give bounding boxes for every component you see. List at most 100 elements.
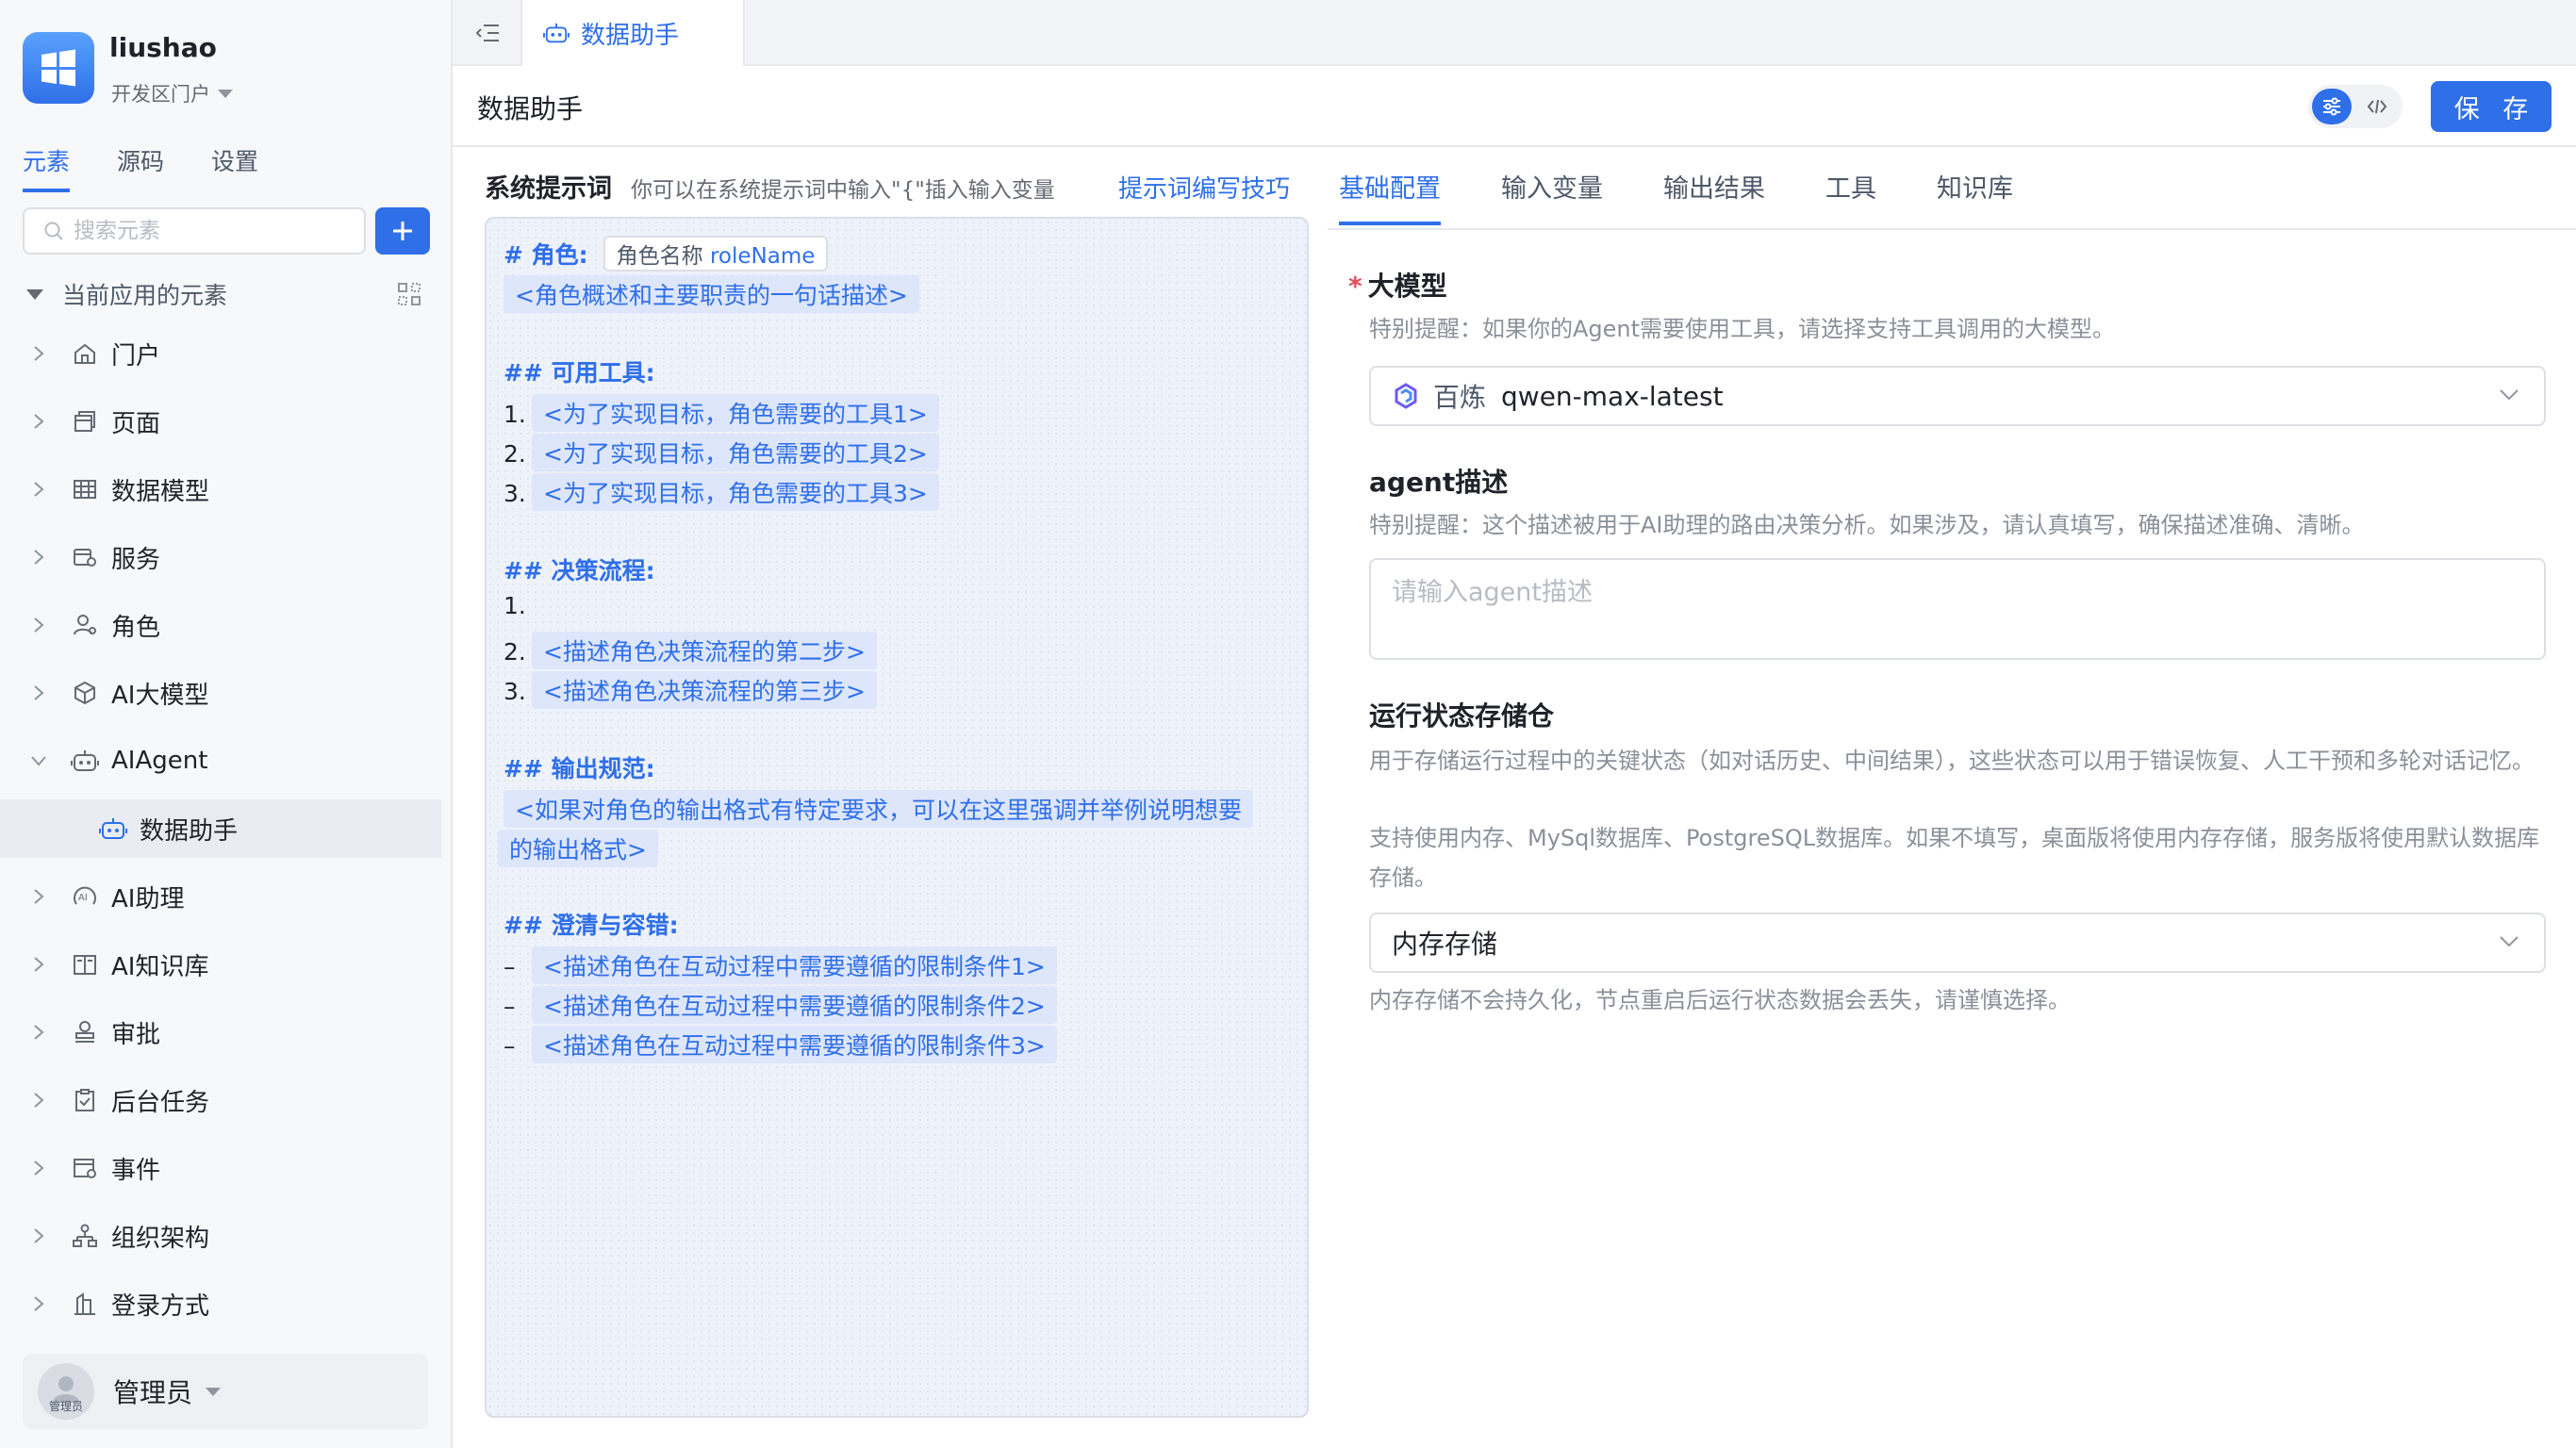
search-box bbox=[23, 207, 366, 255]
task-icon bbox=[75, 1089, 94, 1111]
prompt-placeholder: <如果对角色的输出格式有特定要求，可以在这里强调并举例说明想要 bbox=[504, 790, 1253, 828]
user-menu[interactable]: 管理员 管理员 bbox=[23, 1354, 428, 1429]
prompt-line: – <描述角色在互动过程中需要遵循的限制条件1> bbox=[504, 946, 1057, 984]
sidebar-item-page[interactable]: 页面 bbox=[0, 392, 441, 451]
tab-output-results[interactable]: 输出结果 bbox=[1663, 168, 1765, 225]
tab-elements[interactable]: 元素 bbox=[23, 143, 71, 192]
prompt-tips-link[interactable]: 提示词编写技巧 bbox=[1118, 170, 1290, 205]
sidebar-item-approval[interactable]: 审批 bbox=[0, 1003, 441, 1061]
sidebar-item-service[interactable]: 服务 bbox=[0, 528, 441, 586]
role-name-chip[interactable]: 角色名称 roleName bbox=[603, 236, 829, 272]
sidebar-item-label: 组织架构 bbox=[111, 1224, 210, 1253]
chevron-right-icon bbox=[34, 550, 44, 565]
prompt-placeholder: <为了实现目标，角色需要的工具1> bbox=[532, 394, 939, 432]
tree-section-header[interactable]: 当前应用的元素 bbox=[26, 275, 422, 313]
sidebar-item-data-model[interactable]: 数据模型 bbox=[0, 460, 441, 518]
prompt-line: 1. <为了实现目标，角色需要的工具1> bbox=[504, 394, 939, 432]
chevron-right-icon bbox=[34, 957, 44, 972]
prompt-placeholder: <描述角色在互动过程中需要遵循的限制条件1> bbox=[532, 946, 1057, 984]
model-note: 特别提醒：如果你的Agent需要使用工具，请选择支持工具调用的大模型。 bbox=[1369, 316, 2116, 342]
prompt-placeholder: <为了实现目标，角色需要的工具2> bbox=[532, 434, 939, 471]
page-header: 数据助手 保 存 bbox=[453, 66, 2576, 147]
prompt-placeholder: <为了实现目标，角色需要的工具3> bbox=[532, 473, 939, 511]
robot-icon bbox=[71, 750, 99, 771]
app-name: liushao bbox=[109, 32, 217, 63]
prompt-line: 的输出格式> bbox=[498, 830, 658, 867]
chip-label: 角色名称 bbox=[616, 244, 703, 269]
prompt-line: 2. <描述角色决策流程的第二步> bbox=[504, 632, 877, 669]
chevron-right-icon bbox=[34, 346, 44, 361]
storage-note-1: 用于存储运行过程中的关键状态（如对话历史、中间结果），这些状态可以用于错误恢复、… bbox=[1369, 748, 2535, 774]
prompt-heading: ## 澄清与容错: bbox=[504, 912, 679, 939]
view-mode-toggle bbox=[2308, 85, 2403, 128]
bailian-logo-icon bbox=[1395, 383, 1417, 409]
prompt-placeholder: <描述角色在互动过程中需要遵循的限制条件3> bbox=[532, 1026, 1057, 1063]
search-input[interactable] bbox=[74, 219, 356, 243]
code-mode-button[interactable] bbox=[2357, 89, 2397, 124]
home-icon bbox=[74, 343, 95, 364]
sidebar-item-label: AI大模型 bbox=[111, 681, 209, 710]
sidebar-item-login[interactable]: 登录方式 bbox=[0, 1275, 441, 1333]
add-element-button[interactable] bbox=[375, 207, 430, 255]
save-button[interactable]: 保 存 bbox=[2431, 81, 2551, 132]
collapse-sidebar-button[interactable] bbox=[471, 17, 504, 49]
sidebar-item-data-assistant[interactable]: 数据助手 bbox=[0, 799, 441, 858]
model-provider: 百炼 bbox=[1433, 382, 1487, 413]
sidebar-item-ai-assistant[interactable]: AI AI助理 bbox=[0, 867, 441, 926]
menu-fold-icon bbox=[475, 25, 499, 41]
system-prompt-editor[interactable]: # 角色: 角色名称 roleName <角色概述和主要职责的一句话描述> ## … bbox=[485, 217, 1309, 1418]
locate-icon[interactable] bbox=[396, 281, 422, 307]
tab-tools[interactable]: 工具 bbox=[1825, 168, 1876, 225]
prompt-line: 3. <描述角色决策流程的第三步> bbox=[504, 671, 877, 709]
windows-icon bbox=[41, 49, 75, 87]
service-icon bbox=[74, 549, 96, 567]
prompt-line: 2. <为了实现目标，角色需要的工具2> bbox=[504, 434, 939, 471]
tab-source[interactable]: 源码 bbox=[117, 143, 164, 192]
prompt-heading: ## 输出规范: bbox=[504, 755, 655, 782]
sidebar-tabs: 元素 源码 设置 bbox=[23, 143, 258, 192]
sidebar-item-label: 审批 bbox=[111, 1020, 161, 1049]
model-select[interactable]: 百炼 qwen-max-latest bbox=[1369, 366, 2546, 426]
avatar-label: 管理员 bbox=[48, 1400, 83, 1413]
form-mode-button[interactable] bbox=[2312, 89, 2352, 124]
login-icon bbox=[74, 1292, 95, 1315]
sidebar-item-label: AIAgent bbox=[111, 747, 208, 775]
sidebar-item-ai-knowledge[interactable]: AI知识库 bbox=[0, 935, 441, 994]
sidebar-item-label: 服务 bbox=[111, 545, 161, 574]
agent-desc-input[interactable] bbox=[1369, 558, 2546, 660]
tab-input-variables[interactable]: 输入变量 bbox=[1501, 168, 1603, 225]
chevron-right-icon bbox=[34, 1228, 44, 1243]
sidebar-item-ai-model[interactable]: AI大模型 bbox=[0, 664, 441, 722]
cube-icon bbox=[74, 681, 95, 705]
chevron-down-icon bbox=[2500, 936, 2518, 947]
sidebar-item-role[interactable]: 角色 bbox=[0, 596, 441, 654]
sidebar-item-org[interactable]: 组织架构 bbox=[0, 1207, 441, 1265]
avatar: 管理员 bbox=[38, 1363, 94, 1420]
list-bullet: – bbox=[504, 1032, 516, 1060]
prompt-heading: # 角色: bbox=[504, 241, 588, 269]
sliders-icon bbox=[2323, 97, 2340, 116]
tab-data-assistant[interactable]: 数据助手 bbox=[520, 0, 745, 66]
sidebar-item-background-task[interactable]: 后台任务 bbox=[0, 1071, 441, 1129]
sidebar-item-label: AI知识库 bbox=[111, 952, 209, 981]
sidebar-item-portal[interactable]: 门户 bbox=[0, 324, 441, 383]
prompt-line: <角色概述和主要职责的一句话描述> bbox=[504, 275, 919, 313]
page-icon bbox=[74, 411, 95, 432]
sidebar-item-event[interactable]: 事件 bbox=[0, 1139, 441, 1197]
list-number: 1. bbox=[504, 592, 526, 619]
tab-basic-config[interactable]: 基础配置 bbox=[1339, 168, 1441, 225]
model-label: * 大模型 bbox=[1348, 266, 1447, 304]
tab-knowledge-base[interactable]: 知识库 bbox=[1937, 168, 2013, 225]
robot-icon bbox=[543, 23, 570, 43]
chevron-down-icon bbox=[2500, 389, 2518, 401]
chip-variable: roleName bbox=[709, 244, 816, 269]
sidebar: liushao 开发区门户 元素 源码 设置 当前应用的元素 bbox=[0, 0, 453, 1448]
tab-settings[interactable]: 设置 bbox=[211, 143, 258, 192]
portal-selector[interactable]: 开发区门户 bbox=[111, 79, 233, 107]
prompt-placeholder: <角色概述和主要职责的一句话描述> bbox=[504, 275, 919, 313]
sidebar-item-aiagent[interactable]: AIAgent bbox=[0, 732, 441, 790]
role-icon bbox=[74, 615, 96, 635]
storage-select[interactable]: 内存存储 bbox=[1369, 913, 2546, 973]
sidebar-item-label: 事件 bbox=[111, 1156, 161, 1185]
prompt-title: 系统提示词 bbox=[485, 174, 612, 204]
